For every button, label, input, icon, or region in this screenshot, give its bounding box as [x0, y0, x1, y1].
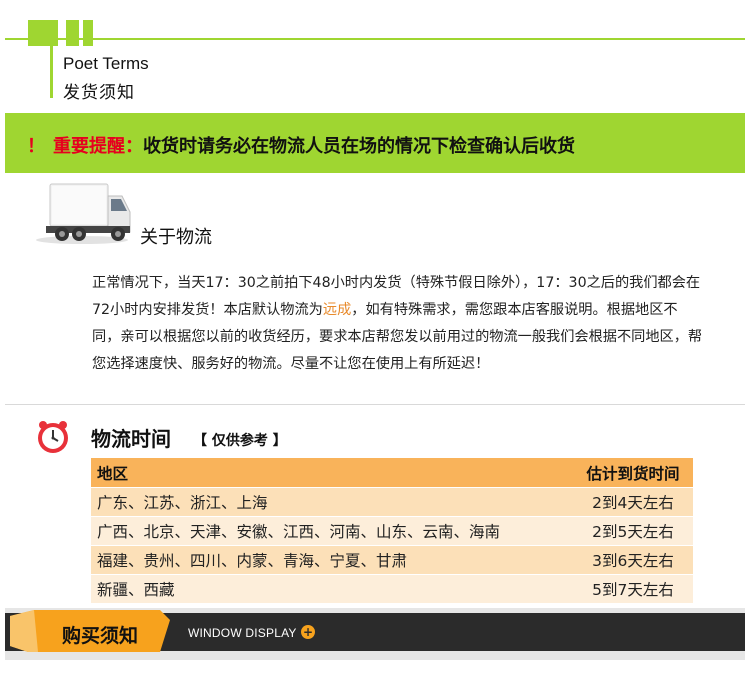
buy-notice-label: 购买须知 [62, 625, 139, 647]
table-row: 广西、北京、天津、安徽、江西、河南、山东、云南、海南 2到5天左右 [91, 517, 693, 545]
eta-cell: 5到7天左右 [592, 581, 674, 599]
shipping-time-title: 物流时间 [91, 427, 171, 451]
eta-cell: 2到5天左右 [592, 523, 674, 541]
header-block-decoration [28, 20, 58, 46]
logistics-title: 关于物流 [140, 227, 212, 248]
column-header-region: 地区 [97, 464, 129, 483]
header-title-cn: 发货须知 [63, 83, 135, 103]
region-cell: 广西、北京、天津、安徽、江西、河南、山东、云南、海南 [97, 523, 501, 541]
page-header: Poet Terms 发货须知 [0, 0, 750, 103]
header-title-en: Poet Terms [63, 54, 149, 73]
table-row: 广东、江苏、浙江、上海 2到4天左右 [91, 488, 693, 516]
header-rule [5, 38, 745, 40]
shipping-time-table: 地区 估计到货时间 广东、江苏、浙江、上海 2到4天左右 广西、北京、天津、安徽… [91, 458, 693, 604]
eta-cell: 3到6天左右 [592, 552, 674, 570]
warning-exclaim-icon: ！ [27, 136, 45, 157]
alarm-clock-icon [38, 421, 68, 453]
shipping-time-note: 【 仅供参考 】 [193, 433, 287, 449]
logistics-paragraph: 正常情况下，当天17：30之前拍下48小时内发货（特殊节假日除外），17：30之… [92, 270, 704, 378]
window-display-link[interactable]: WINDOW DISPLAY [188, 626, 297, 640]
eta-cell: 2到4天左右 [592, 494, 674, 512]
plus-circle-icon[interactable]: + [301, 625, 315, 639]
header-block-decoration [66, 20, 79, 46]
region-cell: 广东、江苏、浙江、上海 [97, 494, 268, 512]
truck-icon [36, 183, 131, 244]
section-divider [5, 404, 745, 405]
warning-banner: ！ 重要提醒：收货时请务必在物流人员在场的情况下检查确认后收货 [5, 113, 745, 173]
warning-label: 重要提醒： [53, 136, 143, 157]
column-header-eta: 估计到货时间 [586, 464, 680, 483]
table-header-row: 地区 估计到货时间 [91, 458, 693, 487]
region-cell: 福建、贵州、四川、内蒙、青海、宁夏、甘肃 [97, 552, 408, 570]
header-vertical-bar [50, 46, 53, 98]
warning-message: 收货时请务必在物流人员在场的情况下检查确认后收货 [143, 136, 575, 157]
buy-notice-tab[interactable]: 购买须知 [10, 606, 170, 656]
table-row: 新疆、西藏 5到7天左右 [91, 575, 693, 603]
table-row: 福建、贵州、四川、内蒙、青海、宁夏、甘肃 3到6天左右 [91, 546, 693, 574]
header-block-decoration [83, 20, 93, 46]
region-cell: 新疆、西藏 [97, 581, 175, 599]
logistics-highlight: 远成 [322, 302, 352, 318]
